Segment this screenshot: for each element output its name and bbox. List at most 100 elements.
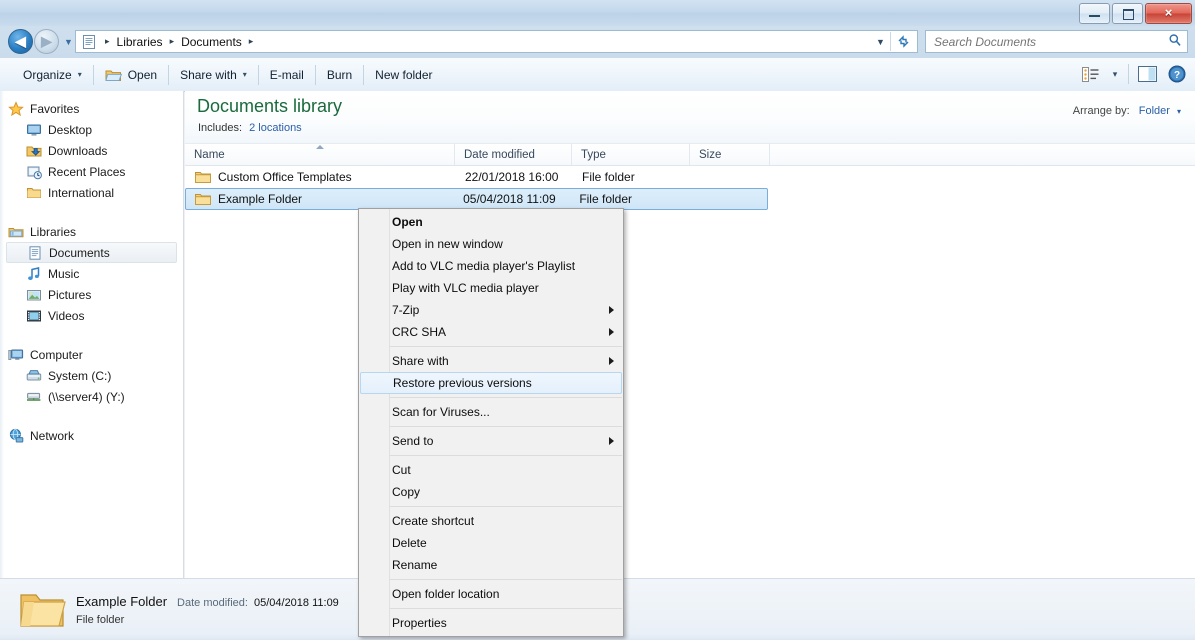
context-menu[interactable]: Open Open in new window Add to VLC media… [358,208,624,637]
maximize-icon [1123,9,1134,20]
context-menu-item-play-with-vlc[interactable]: Play with VLC media player [359,277,623,299]
file-list[interactable]: Custom Office Templates 22/01/2018 16:00… [185,166,1195,578]
sidebar-label-system-c: System (C:) [48,368,112,383]
context-menu-label: Properties [392,616,447,630]
sidebar-label-libraries: Libraries [30,224,77,239]
sidebar-item-recent-places[interactable]: Recent Places [0,161,183,182]
context-menu-label: Add to VLC media player's Playlist [392,259,576,273]
table-row[interactable]: Custom Office Templates 22/01/2018 16:00… [185,166,1195,188]
sidebar-item-network[interactable]: Network [0,425,183,446]
context-menu-item-crc-sha[interactable]: CRC SHA [359,321,623,343]
forward-button[interactable]: ▶ [34,29,59,54]
column-header-name[interactable]: Name [185,144,455,165]
documents-icon [27,245,43,261]
folder-icon [195,192,211,206]
toolbar-separator [168,64,170,85]
sidebar-item-system-c[interactable]: System (C:) [0,365,183,386]
page-title: Documents library [197,96,343,116]
sidebar-group-network: Network [0,425,183,446]
libraries-icon [8,224,24,240]
toolbar-burn-button[interactable]: Burn [318,63,361,87]
pictures-icon [26,287,42,303]
context-menu-item-open-folder-location[interactable]: Open folder location [359,583,623,605]
back-button[interactable]: ◀ [8,29,33,54]
breadcrumb-separator-0[interactable]: ▸ [100,36,115,47]
svg-text:?: ? [1174,70,1180,81]
sidebar-item-pictures[interactable]: Pictures [0,284,183,305]
context-menu-item-copy[interactable]: Copy [359,481,623,503]
sidebar-item-international[interactable]: International [0,182,183,203]
breadcrumb-separator-2[interactable]: ▸ [244,36,259,47]
sidebar-label-documents: Documents [49,245,110,260]
context-menu-item-scan-for-viruses[interactable]: Scan for Viruses... [359,401,623,423]
close-icon: × [1164,5,1173,20]
sidebar-group-computer: Computer System (C:) (\\server4) (Y:) [0,344,183,407]
context-menu-item-create-shortcut[interactable]: Create shortcut [359,510,623,532]
column-header-size[interactable]: Size [690,144,770,165]
help-button[interactable]: ? [1163,62,1191,86]
refresh-button[interactable] [890,32,916,51]
context-menu-item-open-in-new-window[interactable]: Open in new window [359,233,623,255]
details-line-1: Example Folder Date modified: 05/04/2018… [76,594,339,609]
sidebar-item-music[interactable]: Music [0,263,183,284]
navigation-pane[interactable]: Favorites Desktop Downloads Recent Place… [0,91,184,578]
context-menu-item-delete[interactable]: Delete [359,532,623,554]
details-date-value: 05/04/2018 11:09 [253,597,339,609]
arrange-by-control[interactable]: Arrange by: Folder ▾ [1073,105,1181,117]
toolbar-share-with-button[interactable]: Share with ▾ [171,63,256,87]
toolbar-open-button[interactable]: Open [96,63,166,87]
toolbar-email-button[interactable]: E-mail [261,63,313,87]
close-button[interactable]: × [1145,3,1192,24]
file-name-label: Example Folder [218,192,303,206]
breadcrumb-documents[interactable]: Documents [179,35,244,49]
context-menu-item-add-to-vlc-playlist[interactable]: Add to VLC media player's Playlist [359,255,623,277]
breadcrumb-separator-1[interactable]: ▸ [165,36,180,47]
context-menu-item-cut[interactable]: Cut [359,459,623,481]
context-menu-separator [390,346,622,347]
preview-pane-button[interactable] [1133,62,1161,86]
column-header-type[interactable]: Type [572,144,690,165]
sidebar-item-libraries[interactable]: Libraries [0,221,183,242]
sidebar-item-desktop[interactable]: Desktop [0,119,183,140]
address-dropdown-icon[interactable]: ▼ [871,31,890,52]
sidebar-item-network-drive[interactable]: (\\server4) (Y:) [0,386,183,407]
minimize-button[interactable] [1079,3,1110,24]
toolbar-organize-button[interactable]: Organize ▾ [14,63,91,87]
maximize-button[interactable] [1112,3,1143,24]
toolbar-burn-label: Burn [326,67,353,82]
includes-locations-link[interactable]: 2 locations [249,122,302,134]
sidebar-item-documents[interactable]: Documents [6,242,177,263]
toolbar-email-label: E-mail [269,67,304,82]
sidebar-item-videos[interactable]: Videos [0,305,183,326]
sidebar-item-favorites[interactable]: Favorites [0,98,183,119]
column-header-size-label: Size [699,148,722,161]
context-menu-item-7-zip[interactable]: 7-Zip [359,299,623,321]
address-bar[interactable]: ▸ Libraries ▸ Documents ▸ ▼ [75,30,918,53]
recent-locations-caret-icon[interactable]: ▼ [64,37,73,47]
table-row[interactable]: Example Folder 05/04/2018 11:09 File fol… [185,188,768,210]
sidebar-item-downloads[interactable]: Downloads [0,140,183,161]
context-menu-label: Send to [392,434,434,448]
context-menu-separator [390,579,622,580]
context-menu-item-properties[interactable]: Properties [359,612,623,634]
context-menu-item-share-with[interactable]: Share with [359,350,623,372]
context-menu-label: Cut [392,463,411,477]
context-menu-item-restore-previous-versions[interactable]: Restore previous versions [360,372,622,394]
context-menu-item-send-to[interactable]: Send to [359,430,623,452]
chevron-down-icon: ▾ [1176,107,1181,116]
column-header-date-modified[interactable]: Date modified [455,144,572,165]
view-dropdown-button[interactable]: ▾ [1106,62,1124,86]
toolbar-separator [92,64,94,85]
search-input[interactable] [926,33,1163,50]
large-folder-icon [18,588,66,632]
change-view-button[interactable] [1076,62,1104,86]
toolbar-new-folder-button[interactable]: New folder [366,63,441,87]
context-menu-item-open[interactable]: Open [359,211,623,233]
context-menu-item-rename[interactable]: Rename [359,554,623,576]
search-box[interactable] [925,30,1188,53]
breadcrumb-libraries[interactable]: Libraries [115,35,165,49]
context-menu-label: Restore previous versions [393,376,532,390]
arrange-by-value[interactable]: Folder [1139,105,1170,117]
sidebar-item-computer[interactable]: Computer [0,344,183,365]
arrange-by-label: Arrange by: [1072,105,1130,117]
